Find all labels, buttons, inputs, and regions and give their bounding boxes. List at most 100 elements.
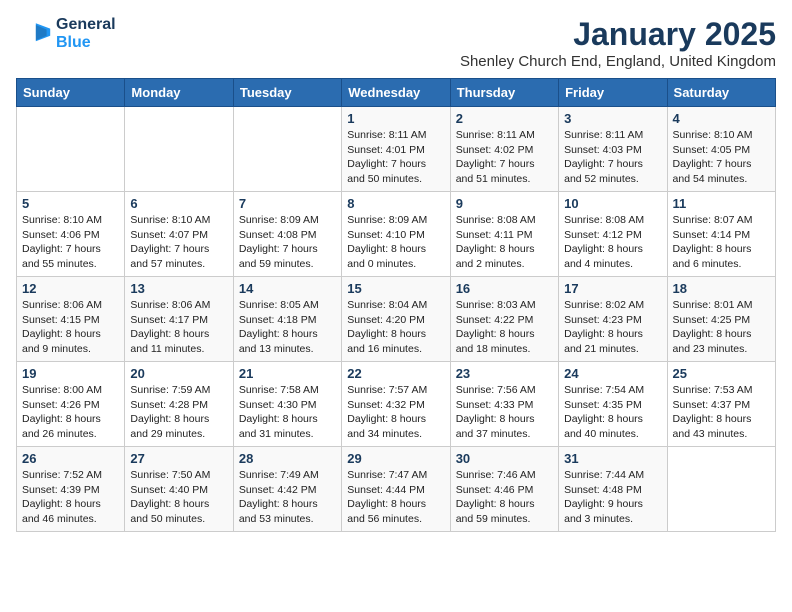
calendar-cell: 24Sunrise: 7:54 AM Sunset: 4:35 PM Dayli… [559,362,667,447]
logo: General Blue [16,16,116,52]
day-number: 23 [456,366,553,381]
day-number: 12 [22,281,119,296]
weekday-header-friday: Friday [559,79,667,107]
day-info: Sunrise: 8:11 AM Sunset: 4:01 PM Dayligh… [347,128,444,187]
calendar-cell: 20 Sunrise: 7:59 AM Sunset: 4:28 PM Dayli… [125,362,233,447]
calendar-cell: 25 Sunrise: 7:53 AM Sunset: 4:37 PM Dayli… [667,362,775,447]
calendar-cell: 1Sunrise: 8:11 AM Sunset: 4:01 PM Daylig… [342,107,450,192]
calendar-cell: 18Sunrise: 8:01 AM Sunset: 4:25 PM Dayli… [667,277,775,362]
week-row-3: 12 Sunrise: 8:06 AM Sunset: 4:15 PM Dayli… [17,277,776,362]
calendar-cell: 14Sunrise: 8:05 AM Sunset: 4:18 PM Dayli… [233,277,341,362]
day-info: Sunrise: 7:58 AM Sunset: 4:30 PM Dayligh… [239,383,336,442]
day-number: 8 [347,196,444,211]
day-number: 28 [239,451,336,466]
calendar-cell [233,107,341,192]
calendar-cell: 31Sunrise: 7:44 AM Sunset: 4:48 PM Dayli… [559,447,667,532]
calendar-cell [125,107,233,192]
day-info: Sunrise: 8:03 AM Sunset: 4:22 PM Dayligh… [456,298,553,357]
calendar-cell: 10 Sunrise: 8:08 AM Sunset: 4:12 PM Dayli… [559,192,667,277]
calendar-cell: 19 Sunrise: 8:00 AM Sunset: 4:26 PM Dayli… [17,362,125,447]
day-info: Sunrise: 8:04 AM Sunset: 4:20 PM Dayligh… [347,298,444,357]
calendar-cell: 2 Sunrise: 8:11 AM Sunset: 4:02 PM Daylig… [450,107,558,192]
day-info: Sunrise: 7:56 AM Sunset: 4:33 PM Dayligh… [456,383,553,442]
weekday-header-wednesday: Wednesday [342,79,450,107]
day-number: 15 [347,281,444,296]
calendar-cell: 8 Sunrise: 8:09 AM Sunset: 4:10 PM Daylig… [342,192,450,277]
week-row-1: 1Sunrise: 8:11 AM Sunset: 4:01 PM Daylig… [17,107,776,192]
logo-text: General Blue [56,16,116,52]
calendar-cell: 15 Sunrise: 8:04 AM Sunset: 4:20 PM Dayli… [342,277,450,362]
day-info: Sunrise: 8:11 AM Sunset: 4:02 PM Dayligh… [456,128,553,187]
day-info: Sunrise: 8:07 AM Sunset: 4:14 PM Dayligh… [673,213,770,272]
day-info: Sunrise: 7:49 AM Sunset: 4:42 PM Dayligh… [239,468,336,527]
day-number: 13 [130,281,227,296]
week-row-2: 5 Sunrise: 8:10 AM Sunset: 4:06 PM Daylig… [17,192,776,277]
day-number: 26 [22,451,119,466]
calendar-cell: 4 Sunrise: 8:10 AM Sunset: 4:05 PM Daylig… [667,107,775,192]
day-number: 29 [347,451,444,466]
calendar-cell: 17Sunrise: 8:02 AM Sunset: 4:23 PM Dayli… [559,277,667,362]
page-header: General Blue January 2025 Shenley Church… [16,16,776,70]
day-number: 27 [130,451,227,466]
day-info: Sunrise: 7:52 AM Sunset: 4:39 PM Dayligh… [22,468,119,527]
calendar-cell: 7Sunrise: 8:09 AM Sunset: 4:08 PM Daylig… [233,192,341,277]
day-info: Sunrise: 8:08 AM Sunset: 4:12 PM Dayligh… [564,213,661,272]
day-number: 21 [239,366,336,381]
day-number: 25 [673,366,770,381]
calendar-cell: 12 Sunrise: 8:06 AM Sunset: 4:15 PM Dayli… [17,277,125,362]
calendar-table: SundayMondayTuesdayWednesdayThursdayFrid… [16,78,776,532]
day-number: 17 [564,281,661,296]
day-info: Sunrise: 7:47 AM Sunset: 4:44 PM Dayligh… [347,468,444,527]
day-number: 30 [456,451,553,466]
day-number: 14 [239,281,336,296]
day-info: Sunrise: 8:06 AM Sunset: 4:17 PM Dayligh… [130,298,227,357]
day-info: Sunrise: 7:59 AM Sunset: 4:28 PM Dayligh… [130,383,227,442]
day-number: 22 [347,366,444,381]
calendar-cell: 11 Sunrise: 8:07 AM Sunset: 4:14 PM Dayli… [667,192,775,277]
calendar-cell: 5 Sunrise: 8:10 AM Sunset: 4:06 PM Daylig… [17,192,125,277]
day-number: 20 [130,366,227,381]
calendar-cell [17,107,125,192]
calendar-cell: 30 Sunrise: 7:46 AM Sunset: 4:46 PM Dayli… [450,447,558,532]
calendar-cell: 23 Sunrise: 7:56 AM Sunset: 4:33 PM Dayli… [450,362,558,447]
day-number: 2 [456,111,553,126]
day-number: 19 [22,366,119,381]
day-number: 11 [673,196,770,211]
calendar-cell: 28 Sunrise: 7:49 AM Sunset: 4:42 PM Dayli… [233,447,341,532]
day-info: Sunrise: 8:00 AM Sunset: 4:26 PM Dayligh… [22,383,119,442]
day-info: Sunrise: 8:08 AM Sunset: 4:11 PM Dayligh… [456,213,553,272]
day-info: Sunrise: 8:10 AM Sunset: 4:05 PM Dayligh… [673,128,770,187]
weekday-header-tuesday: Tuesday [233,79,341,107]
month-title: January 2025 [460,16,776,53]
weekday-header-thursday: Thursday [450,79,558,107]
weekday-header-row: SundayMondayTuesdayWednesdayThursdayFrid… [17,79,776,107]
weekday-header-monday: Monday [125,79,233,107]
day-number: 9 [456,196,553,211]
day-info: Sunrise: 8:01 AM Sunset: 4:25 PM Dayligh… [673,298,770,357]
day-number: 7 [239,196,336,211]
day-number: 4 [673,111,770,126]
calendar-cell: 16 Sunrise: 8:03 AM Sunset: 4:22 PM Dayli… [450,277,558,362]
calendar-cell [667,447,775,532]
calendar-cell: 21 Sunrise: 7:58 AM Sunset: 4:30 PM Dayli… [233,362,341,447]
day-info: Sunrise: 8:10 AM Sunset: 4:06 PM Dayligh… [22,213,119,272]
day-info: Sunrise: 8:09 AM Sunset: 4:10 PM Dayligh… [347,213,444,272]
calendar-cell: 13 Sunrise: 8:06 AM Sunset: 4:17 PM Dayli… [125,277,233,362]
day-number: 10 [564,196,661,211]
calendar-cell: 26 Sunrise: 7:52 AM Sunset: 4:39 PM Dayli… [17,447,125,532]
day-number: 6 [130,196,227,211]
day-number: 31 [564,451,661,466]
day-info: Sunrise: 7:53 AM Sunset: 4:37 PM Dayligh… [673,383,770,442]
day-number: 5 [22,196,119,211]
logo-icon [16,16,52,52]
calendar-cell: 3Sunrise: 8:11 AM Sunset: 4:03 PM Daylig… [559,107,667,192]
day-info: Sunrise: 8:06 AM Sunset: 4:15 PM Dayligh… [22,298,119,357]
weekday-header-saturday: Saturday [667,79,775,107]
week-row-5: 26 Sunrise: 7:52 AM Sunset: 4:39 PM Dayli… [17,447,776,532]
day-number: 16 [456,281,553,296]
location: Shenley Church End, England, United King… [460,53,776,70]
day-info: Sunrise: 7:46 AM Sunset: 4:46 PM Dayligh… [456,468,553,527]
calendar-cell: 9 Sunrise: 8:08 AM Sunset: 4:11 PM Daylig… [450,192,558,277]
calendar-cell: 22Sunrise: 7:57 AM Sunset: 4:32 PM Dayli… [342,362,450,447]
calendar-cell: 6Sunrise: 8:10 AM Sunset: 4:07 PM Daylig… [125,192,233,277]
